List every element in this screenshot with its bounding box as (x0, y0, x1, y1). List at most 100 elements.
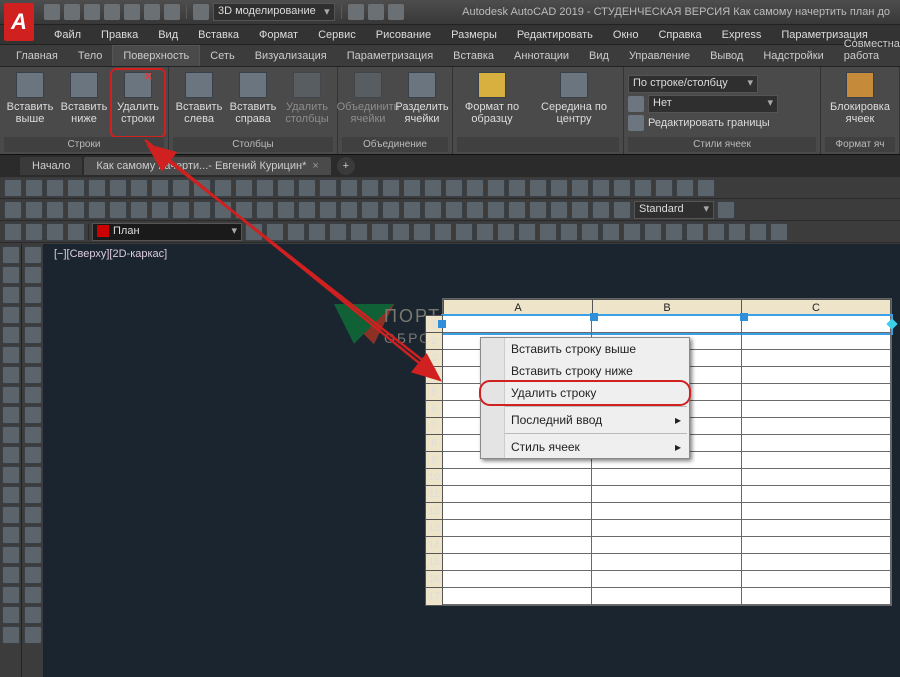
tool-button[interactable] (24, 506, 42, 524)
tool-button[interactable] (24, 586, 42, 604)
tool-button[interactable] (298, 201, 316, 219)
tool-button[interactable] (529, 179, 547, 197)
menu-draw[interactable]: Рисование (366, 26, 441, 44)
ribtab-solid[interactable]: Тело (68, 46, 113, 66)
table-row[interactable]: 14 (443, 537, 891, 554)
tool-button[interactable] (235, 179, 253, 197)
menu-view[interactable]: Вид (148, 26, 188, 44)
menu-help[interactable]: Справка (648, 26, 711, 44)
tool-button[interactable] (24, 486, 42, 504)
redo-icon[interactable] (164, 4, 180, 20)
tool-button[interactable] (193, 179, 211, 197)
textstyle-select[interactable]: Standard (634, 201, 714, 219)
tool-button[interactable] (24, 606, 42, 624)
ribtab-annot[interactable]: Аннотации (504, 46, 579, 66)
col-header[interactable]: A (443, 299, 593, 316)
tool-button[interactable] (487, 179, 505, 197)
tool-button[interactable] (508, 179, 526, 197)
insert-col-right-button[interactable]: Вставить справа (227, 70, 279, 136)
cell-style-select[interactable]: По строке/столбцу (628, 75, 758, 93)
ctx-delete-row[interactable]: Удалить строку (481, 382, 689, 404)
ribtab-mesh[interactable]: Сеть (200, 46, 244, 66)
ribtab-param[interactable]: Параметризация (337, 46, 443, 66)
tool-button[interactable] (24, 566, 42, 584)
undo-icon[interactable] (144, 4, 160, 20)
tool-button[interactable] (2, 386, 20, 404)
tool-button[interactable] (550, 179, 568, 197)
tool-button[interactable] (539, 223, 557, 241)
tool-button[interactable] (24, 526, 42, 544)
tool-button[interactable] (67, 201, 85, 219)
tool-button[interactable] (24, 266, 42, 284)
tool-button[interactable] (340, 201, 358, 219)
tool-button[interactable] (644, 223, 662, 241)
tool-button[interactable] (4, 223, 22, 241)
save-icon[interactable] (84, 4, 100, 20)
tool-button[interactable] (24, 466, 42, 484)
tool-button[interactable] (697, 179, 715, 197)
tool-button[interactable] (717, 201, 735, 219)
tool-button[interactable] (382, 201, 400, 219)
tool-button[interactable] (46, 179, 64, 197)
tool-button[interactable] (24, 246, 42, 264)
tool-button[interactable] (613, 201, 631, 219)
border-icon[interactable] (628, 115, 644, 131)
dropdown-icon[interactable] (388, 4, 404, 20)
tool-button[interactable] (67, 223, 85, 241)
viewport-label[interactable]: [−][Сверху][2D-каркас] (54, 248, 167, 260)
tool-button[interactable] (655, 179, 673, 197)
tool-button[interactable] (109, 201, 127, 219)
tool-button[interactable] (24, 626, 42, 644)
tool-button[interactable] (24, 366, 42, 384)
tool-button[interactable] (214, 179, 232, 197)
new-tab-button[interactable]: + (337, 157, 355, 175)
fill-icon[interactable] (628, 96, 644, 112)
delete-rows-button[interactable]: ✕Удалить строки (112, 70, 164, 136)
tool-button[interactable] (613, 179, 631, 197)
tool-button[interactable] (2, 306, 20, 324)
tab-start[interactable]: Начало (20, 157, 82, 175)
tool-button[interactable] (4, 179, 22, 197)
center-button[interactable]: Середина по центру (529, 70, 619, 136)
workspace-select[interactable]: 3D моделирование (213, 3, 335, 21)
tool-button[interactable] (172, 201, 190, 219)
drawing-canvas[interactable]: [−][Сверху][2D-каркас] ПОРТИЛ ОБРОНИИ A … (44, 244, 900, 677)
table-row[interactable]: 13 (443, 520, 891, 537)
tool-button[interactable] (413, 223, 431, 241)
tool-button[interactable] (466, 201, 484, 219)
app-menu-button[interactable]: A (4, 3, 34, 41)
tool-button[interactable] (2, 286, 20, 304)
tool-button[interactable] (2, 406, 20, 424)
tool-button[interactable] (529, 201, 547, 219)
tool-button[interactable] (277, 179, 295, 197)
tool-button[interactable] (2, 586, 20, 604)
ribtab-collab[interactable]: Совместная работа (834, 34, 900, 66)
tool-button[interactable] (476, 223, 494, 241)
menu-dim[interactable]: Размеры (441, 26, 507, 44)
tool-button[interactable] (214, 201, 232, 219)
split-cells-button[interactable]: Разделить ячейки (396, 70, 448, 136)
tool-button[interactable] (109, 179, 127, 197)
tool-button[interactable] (24, 446, 42, 464)
tool-button[interactable] (403, 179, 421, 197)
open-icon[interactable] (64, 4, 80, 20)
tool-button[interactable] (277, 201, 295, 219)
tool-button[interactable] (2, 426, 20, 444)
edit-borders-button[interactable]: Редактировать границы (648, 117, 770, 129)
ribtab-vis[interactable]: Визуализация (245, 46, 337, 66)
tool-button[interactable] (592, 201, 610, 219)
table-row[interactable]: 1 (443, 316, 891, 333)
match-format-button[interactable]: Формат по образцу (457, 70, 527, 136)
tool-button[interactable] (298, 179, 316, 197)
tool-button[interactable] (445, 179, 463, 197)
tool-button[interactable] (46, 201, 64, 219)
tool-button[interactable] (319, 201, 337, 219)
menu-edit[interactable]: Правка (91, 26, 148, 44)
tool-button[interactable] (24, 546, 42, 564)
tool-button[interactable] (550, 201, 568, 219)
insert-col-left-button[interactable]: Вставить слева (173, 70, 225, 136)
tool-button[interactable] (172, 179, 190, 197)
tool-button[interactable] (707, 223, 725, 241)
tool-button[interactable] (581, 223, 599, 241)
ribtab-view[interactable]: Вид (579, 46, 619, 66)
